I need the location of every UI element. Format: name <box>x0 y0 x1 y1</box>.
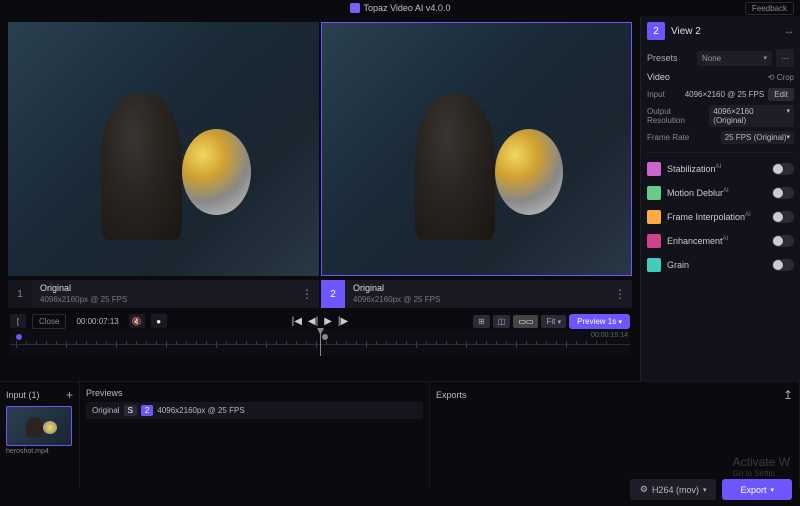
collapse-icon[interactable]: ↔ <box>784 26 794 37</box>
viewer-menu-icon[interactable]: ⋮ <box>608 287 632 301</box>
presets-dropdown[interactable]: None▾ <box>697 51 772 66</box>
filter-icon <box>647 162 661 176</box>
filter-name: Frame InterpolationAI <box>667 212 766 222</box>
preview-res: 4096x2160px @ 25 FPS <box>157 406 244 415</box>
settings-panel: 2 View 2 ↔ Presets None▾ ⋯ Video ⟲ Crop … <box>640 16 800 381</box>
timeline-ruler[interactable]: 00:00:15:14 <box>10 330 630 356</box>
filter-toggle[interactable] <box>772 259 794 271</box>
filter-icon <box>647 234 661 248</box>
viewer-menu-icon[interactable]: ⋮ <box>295 287 319 301</box>
input-label: Input <box>647 90 665 99</box>
filter-icon <box>647 258 661 272</box>
preview-tag: 2 <box>141 405 153 416</box>
filter-name: StabilizationAI <box>667 164 766 174</box>
filter-row-grain: Grain <box>647 253 794 277</box>
video-section-label: Video <box>647 72 670 82</box>
exports-header: Exports <box>436 390 467 400</box>
mark-in-icon[interactable]: [ <box>10 314 26 328</box>
marker-icon[interactable] <box>16 334 22 340</box>
presets-menu-icon[interactable]: ⋯ <box>776 49 794 67</box>
codec-dropdown[interactable]: ⚙ H264 (mov) ▾ <box>630 479 717 500</box>
fps-dropdown[interactable]: 25 FPS (Original)▾ <box>721 131 794 144</box>
input-header: Input (1) <box>6 390 40 400</box>
timeline-toolbar: [ Close 00:00:07:13 🔇 ● |◀ ◀| ▶ |▶ ⊞ ◫ ▭… <box>0 312 640 330</box>
filter-row-enhancement: EnhancementAI <box>647 229 794 253</box>
input-column: Input (1) + heroshot.mp4 <box>0 382 80 487</box>
filter-icon <box>647 186 661 200</box>
filter-icon <box>647 210 661 224</box>
exports-column: Exports ↥ <box>430 382 800 487</box>
step-back-icon[interactable]: ◀| <box>308 316 318 327</box>
preview-button[interactable]: Preview 1s ▾ <box>569 314 630 329</box>
view-badge: 2 <box>647 22 665 40</box>
previews-header: Previews <box>86 388 123 398</box>
preview-name: Original <box>92 406 120 415</box>
output-res-label: Output Resolution <box>647 107 709 125</box>
fps-label: Frame Rate <box>647 133 689 142</box>
record-icon[interactable]: ● <box>151 314 167 328</box>
duration-display: 00:00:15:14 <box>591 332 628 339</box>
title-bar: Topaz Video AI v4.0.0 Feedback <box>0 0 800 16</box>
timecode-display: 00:00:07:13 <box>72 317 122 326</box>
filter-toggle[interactable] <box>772 187 794 199</box>
viewer-info-2[interactable]: 2 Original 4096x2160px @ 25 FPS ⋮ <box>321 280 632 308</box>
viewer-number: 1 <box>8 280 32 308</box>
preview-canvas-2[interactable] <box>321 22 632 276</box>
input-filename: heroshot.mp4 <box>6 448 73 455</box>
viewer-2[interactable] <box>321 22 632 276</box>
volume-icon[interactable]: 🔇 <box>129 314 145 328</box>
filter-row-motion-deblur: Motion DeblurAI <box>647 181 794 205</box>
presets-label: Presets <box>647 53 693 63</box>
filter-toggle[interactable] <box>772 163 794 175</box>
crop-button[interactable]: ⟲ Crop <box>768 73 794 82</box>
compare-mode-1[interactable]: ⊞ <box>473 315 490 328</box>
marker-icon[interactable] <box>322 334 328 340</box>
input-thumbnail[interactable] <box>6 406 72 446</box>
output-res-dropdown[interactable]: 4096×2160 (Original)▾ <box>709 105 794 127</box>
zoom-fit-button[interactable]: Fit ▾ <box>541 315 566 328</box>
viewer-info-1[interactable]: 1 Original 4096x2160px @ 25 FPS ⋮ <box>8 280 319 308</box>
filter-row-frame-interpolation: Frame InterpolationAI <box>647 205 794 229</box>
view-title: View 2 <box>671 26 701 37</box>
feedback-button[interactable]: Feedback <box>745 2 794 15</box>
viewer-name: Original <box>40 283 127 295</box>
viewer-res: 4096x2160px @ 25 FPS <box>40 295 127 305</box>
play-icon[interactable]: ▶ <box>324 316 332 327</box>
filter-name: EnhancementAI <box>667 236 766 246</box>
compare-mode-2[interactable]: ◫ <box>493 315 511 328</box>
preview-canvas-1[interactable] <box>8 22 319 276</box>
skip-start-icon[interactable]: |◀ <box>292 316 302 327</box>
previews-column: Previews Original S 2 4096x2160px @ 25 F… <box>80 382 430 487</box>
playhead[interactable] <box>320 330 321 356</box>
input-value: 4096×2160 @ 25 FPS <box>685 90 765 99</box>
filter-toggle[interactable] <box>772 235 794 247</box>
viewer-res: 4096x2160px @ 25 FPS <box>353 295 440 305</box>
edit-input-button[interactable]: Edit <box>768 88 794 101</box>
export-button[interactable]: Export ▾ <box>722 479 792 500</box>
filter-row-stabilization: StabilizationAI <box>647 157 794 181</box>
app-title: Topaz Video AI v4.0.0 <box>364 3 451 13</box>
filter-name: Motion DeblurAI <box>667 188 766 198</box>
compare-mode-3[interactable]: ▭▭ <box>513 315 538 328</box>
viewer-1[interactable] <box>8 22 319 276</box>
add-input-icon[interactable]: + <box>66 388 73 402</box>
filter-toggle[interactable] <box>772 211 794 223</box>
close-range-button[interactable]: Close <box>32 314 66 329</box>
preview-row[interactable]: Original S 2 4096x2160px @ 25 FPS <box>86 402 423 419</box>
filter-name: Grain <box>667 260 766 270</box>
app-logo-icon <box>350 3 360 13</box>
step-fwd-icon[interactable]: |▶ <box>338 316 348 327</box>
viewer-name: Original <box>353 283 440 295</box>
export-action-icon[interactable]: ↥ <box>783 388 793 402</box>
viewer-number: 2 <box>321 280 345 308</box>
preview-tag: S <box>124 405 137 416</box>
